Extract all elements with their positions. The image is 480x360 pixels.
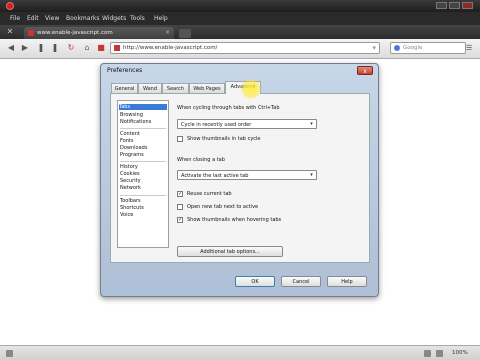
- status-bar: 100%: [0, 345, 480, 360]
- google-icon: [394, 45, 400, 51]
- sidebar-divider: [120, 128, 166, 129]
- thumbs-hover-label: Show thumbnails when hovering tabs: [187, 217, 282, 223]
- reload-icon[interactable]: ↻: [66, 43, 76, 53]
- new-tab-button[interactable]: [179, 29, 191, 38]
- sidebar-item-tabs[interactable]: Tabs: [119, 104, 167, 110]
- menu-bookmarks[interactable]: Bookmarks: [66, 15, 100, 22]
- tools-icon[interactable]: ✕: [5, 27, 15, 37]
- browser-tab[interactable]: www.enable-javascript.com ×: [24, 27, 174, 39]
- sidebar-divider: [120, 195, 166, 196]
- menu-widgets[interactable]: Widgets: [102, 15, 126, 22]
- sidebar-divider: [120, 161, 166, 162]
- navigation-toolbar: ◀ ▶ ❚ ❚ ↻ ⌂ ■ http://www.enable-javascri…: [0, 39, 480, 59]
- sidebar-item-toolbars[interactable]: Toolbars: [120, 198, 141, 204]
- site-icon: [114, 45, 120, 51]
- panel-toggle-icon[interactable]: [6, 350, 13, 357]
- close-tab-icon[interactable]: ×: [165, 29, 170, 36]
- home-icon[interactable]: ⌂: [82, 43, 92, 53]
- cycling-select[interactable]: Cycle in recently used order ▾: [177, 119, 317, 129]
- cycling-label: When cycling through tabs with Ctrl+Tab: [177, 105, 280, 111]
- search-box[interactable]: Google: [390, 42, 466, 54]
- zoom-level[interactable]: 100%: [452, 350, 468, 356]
- thumbnails-cycle-label: Show thumbnails in tab cycle: [187, 136, 261, 142]
- back-icon[interactable]: ◀: [6, 43, 16, 53]
- ok-button[interactable]: OK: [235, 276, 275, 287]
- sidebar-item-content[interactable]: Content: [120, 131, 140, 137]
- open-next-label: Open new tab next to active: [187, 204, 259, 210]
- tab-bar: ✕ www.enable-javascript.com ×: [0, 25, 480, 39]
- tab-advanced[interactable]: Advanced: [225, 81, 261, 94]
- screen: File Edit View Bookmarks Widgets Tools H…: [0, 0, 480, 360]
- menu-file[interactable]: File: [10, 15, 20, 22]
- fast-forward-icon[interactable]: ❚: [50, 43, 60, 53]
- tab-title: www.enable-javascript.com: [37, 30, 113, 36]
- sidebar-item-programs[interactable]: Programs: [120, 152, 144, 158]
- advanced-pane: Tabs Browsing Notifications Content Font…: [110, 93, 370, 263]
- menu-edit[interactable]: Edit: [27, 15, 39, 22]
- tab-web-pages[interactable]: Web Pages: [189, 83, 225, 93]
- sidebar-item-cookies[interactable]: Cookies: [120, 171, 140, 177]
- address-bar[interactable]: http://www.enable-javascript.com/ ▾: [110, 42, 380, 54]
- search-placeholder: Google: [403, 45, 423, 51]
- thumbs-hover-checkbox[interactable]: ✓: [177, 217, 183, 223]
- opera-logo-icon[interactable]: [6, 2, 14, 10]
- menu-view[interactable]: View: [45, 15, 59, 22]
- sidebar-item-fonts[interactable]: Fonts: [120, 138, 134, 144]
- close-window-icon[interactable]: [462, 2, 473, 9]
- menu-icon[interactable]: ☰: [466, 44, 474, 52]
- forward-icon[interactable]: ▶: [20, 43, 30, 53]
- sidebar-item-notifications[interactable]: Notifications: [120, 119, 151, 125]
- window-titlebar: [0, 0, 480, 12]
- maximize-icon[interactable]: [449, 2, 460, 9]
- status-icon[interactable]: [424, 350, 431, 357]
- thumbnails-cycle-checkbox[interactable]: [177, 136, 183, 142]
- sidebar-item-network[interactable]: Network: [120, 185, 141, 191]
- sidebar-item-security[interactable]: Security: [120, 178, 141, 184]
- sidebar-item-history[interactable]: History: [120, 164, 138, 170]
- minimize-icon[interactable]: [436, 2, 447, 9]
- menu-help[interactable]: Help: [154, 15, 168, 22]
- chevron-down-icon: ▾: [310, 121, 313, 127]
- preferences-dialog: Preferences x General Wand Search Web Pa…: [100, 63, 379, 297]
- chevron-down-icon: ▾: [310, 172, 313, 178]
- additional-tab-options-button[interactable]: Additional tab options...: [177, 246, 283, 257]
- menu-bar: File Edit View Bookmarks Widgets Tools H…: [0, 12, 480, 25]
- dialog-title: Preferences: [107, 67, 143, 74]
- sidebar-item-downloads[interactable]: Downloads: [120, 145, 147, 151]
- cycling-value: Cycle in recently used order: [181, 122, 252, 128]
- sidebar-item-browsing[interactable]: Browsing: [120, 112, 143, 118]
- favicon-icon: [28, 30, 34, 36]
- advanced-sidebar: Tabs Browsing Notifications Content Font…: [117, 100, 169, 248]
- menu-tools[interactable]: Tools: [130, 15, 145, 22]
- help-button[interactable]: Help: [327, 276, 367, 287]
- dropdown-icon[interactable]: ▾: [372, 44, 376, 52]
- closing-select[interactable]: Activate the last active tab ▾: [177, 170, 317, 180]
- tab-general[interactable]: General: [111, 83, 138, 93]
- url-text: http://www.enable-javascript.com/: [123, 45, 218, 51]
- sidebar-item-voice[interactable]: Voice: [120, 212, 133, 218]
- closing-value: Activate the last active tab: [181, 173, 249, 179]
- stop-icon[interactable]: ■: [96, 43, 106, 53]
- closing-label: When closing a tab: [177, 157, 225, 163]
- cancel-button[interactable]: Cancel: [281, 276, 321, 287]
- sidebar-item-shortcuts[interactable]: Shortcuts: [120, 205, 144, 211]
- tab-wand[interactable]: Wand: [138, 83, 162, 93]
- open-next-checkbox[interactable]: [177, 204, 183, 210]
- tab-search[interactable]: Search: [162, 83, 189, 93]
- reuse-tab-checkbox[interactable]: ✓: [177, 191, 183, 197]
- reuse-tab-label: Reuse current tab: [187, 191, 232, 197]
- rewind-icon[interactable]: ❚: [36, 43, 46, 53]
- dialog-close-button[interactable]: x: [357, 66, 373, 75]
- status-icon[interactable]: [436, 350, 443, 357]
